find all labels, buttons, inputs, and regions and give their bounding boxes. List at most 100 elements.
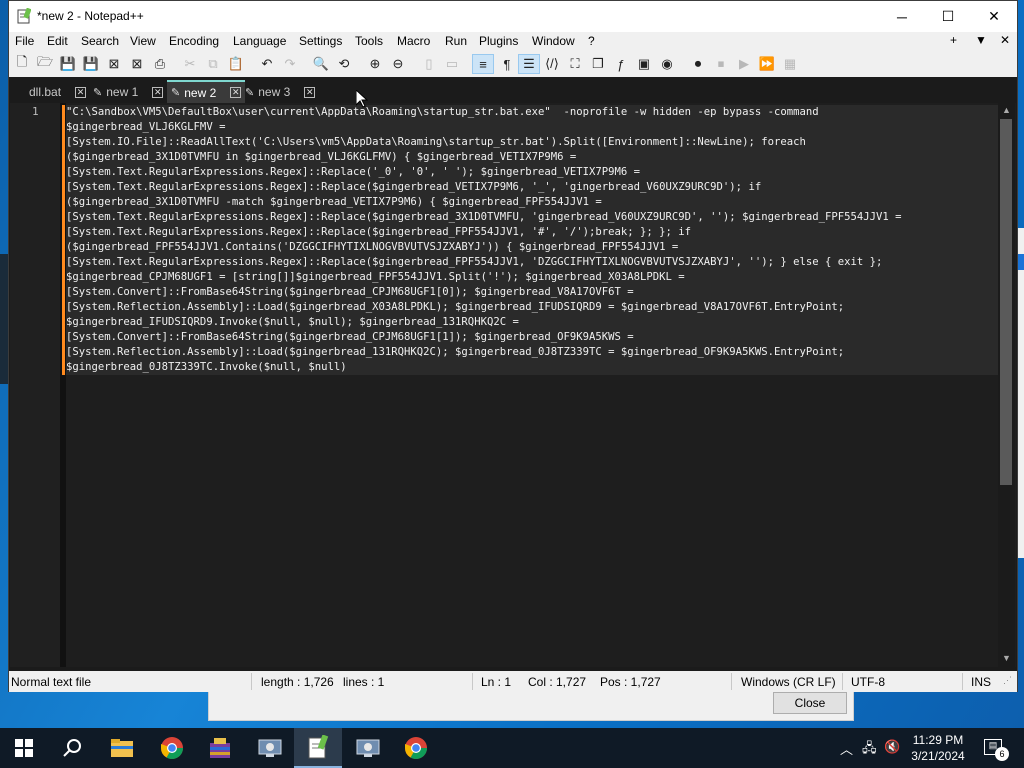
close-all-icon[interactable]: ⊠ [129,56,145,72]
maximize-button[interactable]: ☐ [925,1,971,32]
sandboxie-button-1[interactable] [246,728,294,768]
chrome-button[interactable] [148,728,196,768]
code-line: [System.Reflection.Assembly]::Load($ging… [66,301,845,313]
search-button[interactable] [48,728,96,768]
tab-new-2[interactable]: ✎ new 2 ✕ [167,80,246,103]
word-wrap-icon[interactable]: ≡ [472,54,494,74]
editor-pane[interactable]: 1 "C:\Sandbox\VM5\DefaultBox\user\curren… [10,103,1016,667]
tab-close-icon[interactable]: ✕ [75,86,87,98]
menu-plugins[interactable]: Plugins [479,34,518,48]
undo-icon[interactable]: ↶ [259,56,275,72]
sync-horizontal-icon[interactable]: ▭ [444,56,460,72]
record-macro-icon[interactable]: ⏺ [690,56,706,72]
menu-help[interactable]: ? [588,34,595,48]
show-all-chars-icon[interactable]: ¶ [499,56,515,72]
menu-window[interactable]: Window [532,34,575,48]
replace-icon[interactable]: ⟲ [336,56,352,72]
document-map-icon[interactable]: ⛶ [567,56,583,72]
winrar-button[interactable] [196,728,244,768]
close-doc-icon[interactable]: ✕ [1000,33,1010,47]
line-number-gutter: 1 [10,103,60,667]
user-language-icon[interactable]: ⟨/⟩ [544,56,560,72]
zoom-in-icon[interactable]: ⊕ [367,56,383,72]
network-icon[interactable]: 🖧 [862,739,877,761]
monitoring-icon[interactable]: ◉ [659,56,675,72]
toolbar: 🗋 🗁 💾 💾 ⊠ ⊠ ⎙ ✂ ⧉ 📋 ↶ ↷ 🔍 ⟲ ⊕ ⊖ ▯ ▭ ≡ ¶ … [9,52,1017,77]
windows-logo-icon [15,739,33,757]
code-line: ($gingerbread_3X1D0TVMFU -match $gingerb… [66,196,602,208]
background-window-edge [0,254,8,384]
text-area[interactable]: "C:\Sandbox\VM5\DefaultBox\user\current\… [66,105,998,665]
save-all-icon[interactable]: 💾 [83,56,99,72]
cut-icon[interactable]: ✂ [182,56,198,72]
document-list-icon[interactable]: ❐ [590,56,606,72]
menu-run[interactable]: Run [445,34,467,48]
file-explorer-button[interactable] [98,728,146,768]
save-macro-icon[interactable]: ▦ [782,56,798,72]
function-list-icon[interactable]: ƒ [613,56,629,72]
run-macro-multiple-icon[interactable]: ⏩ [759,56,775,72]
zoom-out-icon[interactable]: ⊖ [390,56,406,72]
tab-label: new 1 [106,85,139,99]
code-line: [System.Text.RegularExpressions.Regex]::… [66,226,692,238]
folder-workspace-icon[interactable]: ▣ [636,56,652,72]
dialog-close-button[interactable]: Close [773,692,847,714]
modified-pencil-icon: ✎ [93,86,103,99]
sandboxie-button-2[interactable] [344,728,392,768]
scrollbar-thumb[interactable] [1000,119,1012,485]
code-line: [System.IO.File]::ReadAllText('C:\Users\… [66,136,806,148]
notification-center-icon[interactable]: ▤ 6 [984,739,1009,761]
status-lines: lines : 1 [343,675,385,689]
paste-icon[interactable]: 📋 [228,56,244,72]
save-icon[interactable]: 💾 [60,56,76,72]
notepadpp-app-icon [17,8,31,24]
scroll-up-icon[interactable]: ▲ [1002,105,1011,115]
scroll-down-icon[interactable]: ▼ [1002,653,1011,663]
chrome-button-2[interactable] [392,728,440,768]
menu-settings[interactable]: Settings [299,34,342,48]
tab-new-1[interactable]: ✎ new 1 ✕ [93,82,164,102]
resize-grip-icon[interactable]: ⋰ [1003,675,1012,686]
menu-language[interactable]: Language [233,34,286,48]
menu-file[interactable]: File [15,34,34,48]
open-file-icon[interactable]: 🗁 [37,54,53,72]
tab-list-icon[interactable]: ▼ [975,33,987,47]
system-clock[interactable]: 11:29 PM 3/21/2024 [906,732,970,764]
indent-guide-icon[interactable]: ☰ [518,54,540,74]
title-bar[interactable]: *new 2 - Notepad++ ─ ☐ ✕ [9,1,1017,32]
vertical-scrollbar[interactable]: ▲ ▼ [998,103,1015,667]
volume-muted-icon[interactable]: 🔇 [884,739,900,755]
tab-close-icon[interactable]: ✕ [152,86,164,98]
menu-view[interactable]: View [130,34,156,48]
minimize-button[interactable]: ─ [879,1,925,32]
start-button[interactable] [0,728,48,768]
menu-tools[interactable]: Tools [355,34,383,48]
stop-macro-icon[interactable]: ⏹ [713,56,729,72]
close-button[interactable]: ✕ [971,1,1017,32]
tab-close-icon[interactable]: ✕ [230,87,242,98]
tab-close-icon[interactable]: ✕ [304,86,316,98]
code-line: ($gingerbread_3X1D0TVMFU in $gingerbread… [66,151,577,163]
close-file-icon[interactable]: ⊠ [106,56,122,72]
play-macro-icon[interactable]: ▶ [736,56,752,72]
new-file-icon[interactable]: 🗋 [14,54,30,72]
notepadpp-taskbar-button[interactable] [294,728,342,768]
menu-bar: File Edit Search View Encoding Language … [9,32,1017,52]
menu-macro[interactable]: Macro [397,34,430,48]
tab-new-3[interactable]: ✎ new 3 ✕ [245,82,316,102]
redo-icon[interactable]: ↷ [282,56,298,72]
find-icon[interactable]: 🔍 [313,56,329,72]
search-icon [63,739,81,757]
menu-edit[interactable]: Edit [47,34,68,48]
notepadpp-icon [308,735,329,759]
tab-dll-bat[interactable]: dll.bat ✕ [29,82,87,102]
status-eol: Windows (CR LF) [741,675,836,689]
new-tab-icon[interactable]: + [950,33,957,47]
copy-icon[interactable]: ⧉ [205,56,221,72]
print-icon[interactable]: ⎙ [152,56,168,72]
menu-encoding[interactable]: Encoding [169,34,219,48]
status-file-type: Normal text file [11,675,92,689]
show-hidden-icons-icon[interactable]: ︿ [840,739,853,758]
menu-search[interactable]: Search [81,34,119,48]
sync-vertical-icon[interactable]: ▯ [421,56,437,72]
